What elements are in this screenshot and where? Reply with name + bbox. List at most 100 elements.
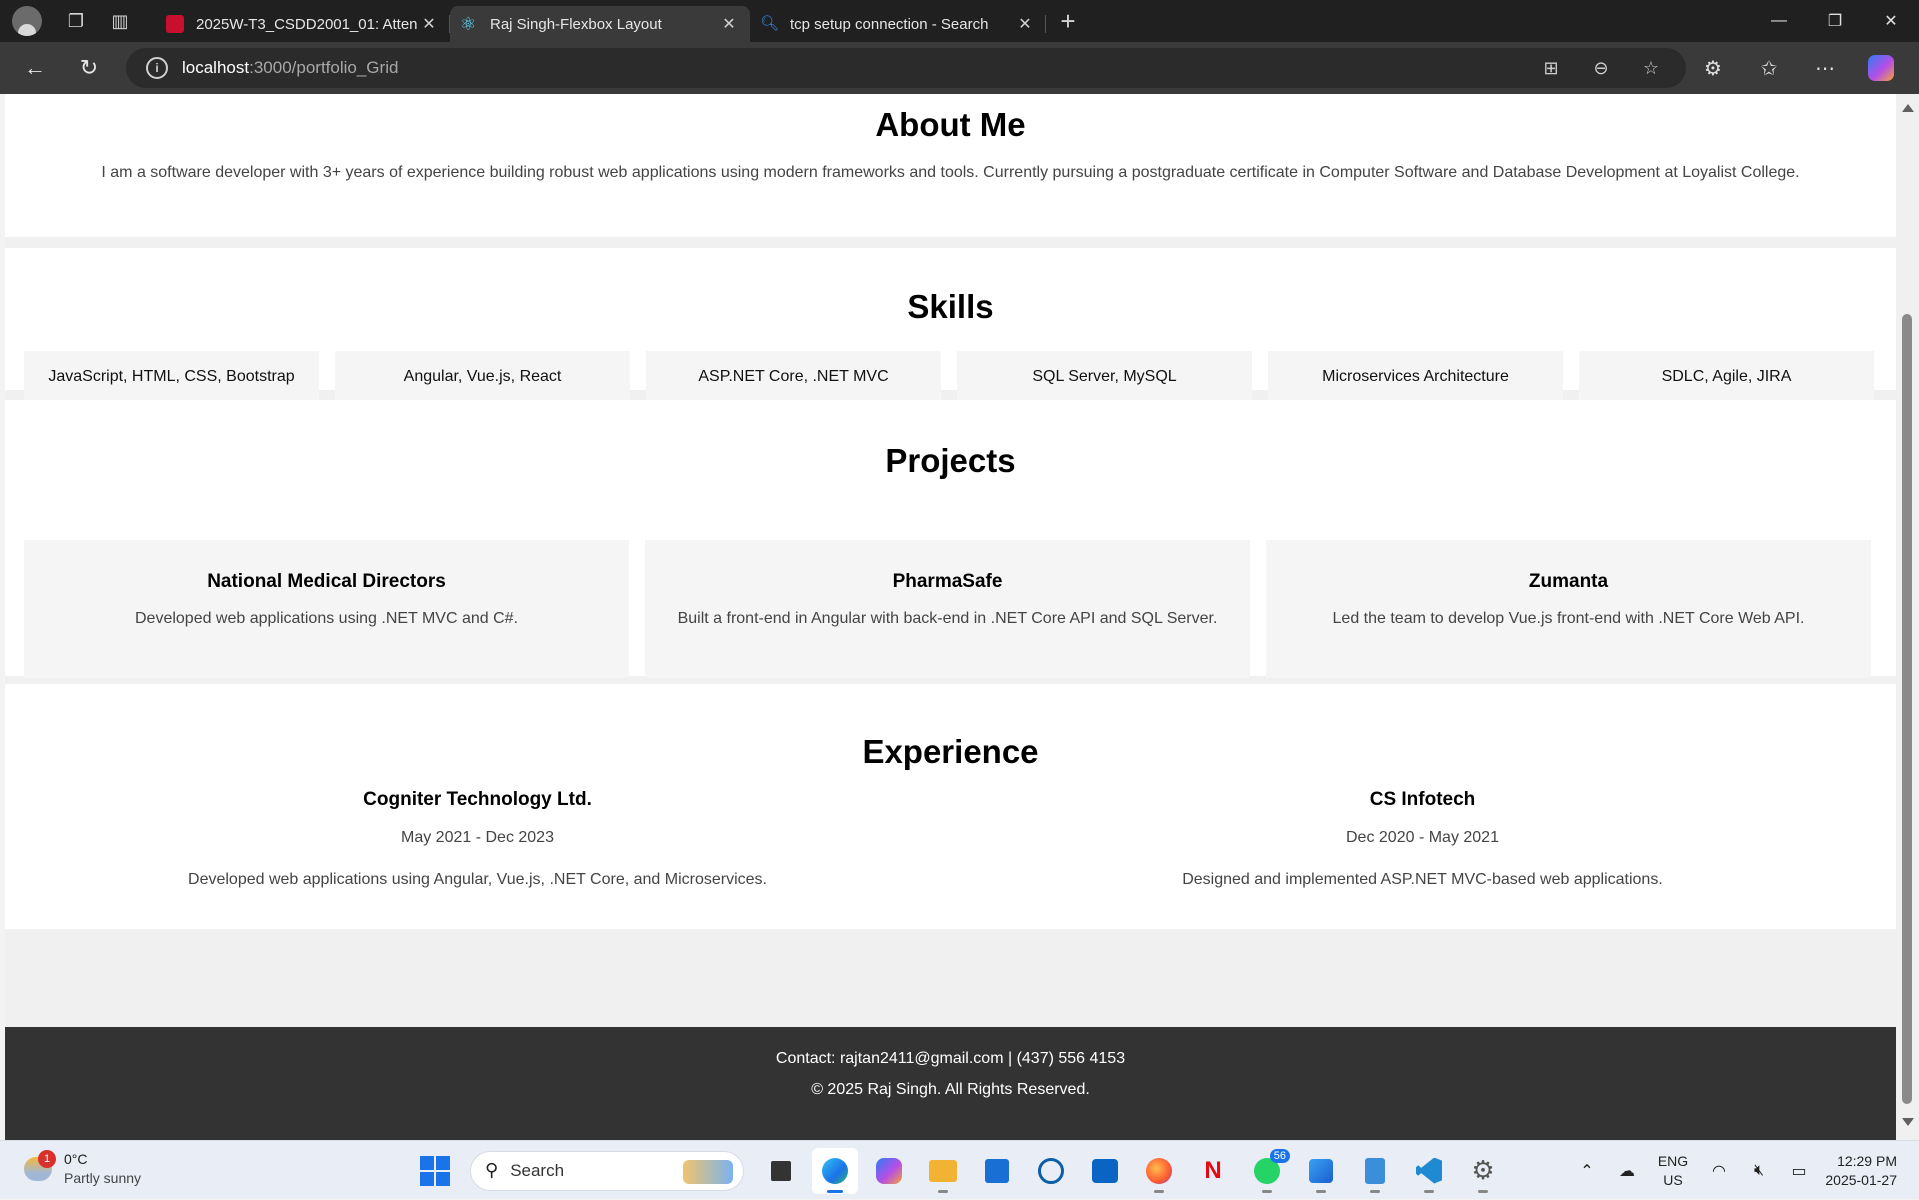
chevron-up-icon[interactable]: ⌃ bbox=[1567, 1161, 1607, 1181]
partly-sunny-icon: 1 bbox=[24, 1150, 56, 1181]
volume-muted-icon[interactable]: 🔇︎ bbox=[1739, 1162, 1779, 1180]
projects-title: Projects bbox=[885, 442, 1016, 479]
vscode-icon[interactable] bbox=[1406, 1148, 1452, 1194]
settings-gear-icon[interactable]: ⚙ bbox=[1460, 1148, 1506, 1194]
favorites-icon[interactable]: ✩ bbox=[1741, 56, 1797, 81]
taskbar-search-label: Search bbox=[510, 1160, 565, 1180]
tab-flexbox-layout[interactable]: ⚛ Raj Singh-Flexbox Layout ✕ bbox=[450, 6, 750, 42]
skill-card: JavaScript, HTML, CSS, Bootstrap bbox=[24, 351, 319, 403]
window-controls: — ❐ ✕ bbox=[1751, 0, 1919, 42]
project-description: Led the team to develop Vue.js front-end… bbox=[1332, 610, 1805, 627]
refresh-button[interactable]: ↻ bbox=[62, 42, 116, 94]
edge-browser-icon[interactable] bbox=[812, 1147, 858, 1194]
about-section: About Me I am a software developer with … bbox=[5, 94, 1896, 237]
close-window-icon[interactable]: ✕ bbox=[1863, 0, 1919, 42]
document-favicon-icon bbox=[166, 15, 184, 33]
experience-title: Experience bbox=[862, 733, 1039, 770]
project-name: PharmaSafe bbox=[892, 571, 1003, 592]
footer-copyright: © 2025 Raj Singh. All Rights Reserved. bbox=[811, 1081, 1090, 1098]
tab-search[interactable]: 🔍︎ tcp setup connection - Search ✕ bbox=[750, 6, 1046, 42]
page-scrollbar[interactable] bbox=[1896, 94, 1919, 1140]
whatsapp-icon[interactable]: 56 bbox=[1244, 1148, 1290, 1194]
os-taskbar: 1 0°C Partly sunny ⚲ Search N 56 ⚙ ⌃ ☁ E… bbox=[0, 1140, 1919, 1199]
weather-temp: 0°C bbox=[64, 1151, 88, 1167]
browser-tab-bar: ❐ ▥ 2025W-T3_CSDD2001_01: Attend ✕ ⚛ Raj… bbox=[0, 0, 1919, 42]
wifi-icon[interactable]: ◠ bbox=[1699, 1161, 1739, 1181]
project-description: Developed web applications using .NET MV… bbox=[134, 610, 519, 627]
tab-attendance[interactable]: 2025W-T3_CSDD2001_01: Attend ✕ bbox=[156, 6, 450, 42]
experience-dates: May 2021 - Dec 2023 bbox=[401, 829, 554, 846]
copilot-icon[interactable] bbox=[1868, 55, 1894, 81]
profile-button[interactable] bbox=[0, 0, 54, 42]
language-indicator[interactable]: ENG US bbox=[1647, 1152, 1699, 1190]
taskbar-apps: ⚲ Search N 56 ⚙ bbox=[400, 1141, 1510, 1200]
about-title: About Me bbox=[875, 106, 1026, 143]
zoom-out-icon[interactable]: ⊖ bbox=[1576, 58, 1626, 79]
scroll-down-icon[interactable] bbox=[1902, 1118, 1914, 1126]
project-card: National Medical Directors Developed web… bbox=[24, 540, 629, 678]
projects-grid: National Medical Directors Developed web… bbox=[24, 540, 1871, 678]
experience-section: Experience Cogniter Technology Ltd. May … bbox=[5, 684, 1896, 929]
experience-grid: Cogniter Technology Ltd. May 2021 - Dec … bbox=[5, 789, 1896, 889]
dell-icon[interactable] bbox=[1028, 1148, 1074, 1194]
firefox-icon[interactable] bbox=[1136, 1148, 1182, 1194]
experience-company: Cogniter Technology Ltd. bbox=[363, 789, 592, 810]
weather-widget[interactable]: 1 0°C Partly sunny bbox=[24, 1150, 141, 1188]
new-tab-button[interactable]: + bbox=[1046, 0, 1090, 42]
experience-item: CS Infotech Dec 2020 - May 2021 Designed… bbox=[950, 789, 1895, 889]
project-name: Zumanta bbox=[1528, 571, 1609, 592]
url-host: localhost bbox=[182, 58, 250, 77]
outlook-icon[interactable] bbox=[1082, 1148, 1128, 1194]
search-highlight-icon bbox=[683, 1159, 733, 1184]
close-tab-icon[interactable]: ✕ bbox=[418, 14, 440, 34]
onedrive-offline-icon[interactable]: ☁ bbox=[1607, 1161, 1647, 1181]
task-view-icon[interactable] bbox=[758, 1148, 804, 1194]
vertical-tabs-icon[interactable]: ▥ bbox=[98, 0, 142, 42]
experience-company: CS Infotech bbox=[1369, 789, 1476, 810]
search-icon: ⚲ bbox=[485, 1160, 499, 1180]
system-tray: ⌃ ☁ ENG US ◠ 🔇︎ ▭ 12:29 PM 2025-01-27 bbox=[1567, 1141, 1919, 1200]
taskbar-search[interactable]: ⚲ Search bbox=[470, 1150, 744, 1191]
system-clock[interactable]: 12:29 PM 2025-01-27 bbox=[1819, 1152, 1919, 1190]
project-card: Zumanta Led the team to develop Vue.js f… bbox=[1266, 540, 1871, 678]
tab-title: Raj Singh-Flexbox Layout bbox=[490, 15, 662, 33]
extensions-icon[interactable]: ⚙ bbox=[1685, 56, 1741, 81]
react-favicon-icon: ⚛ bbox=[460, 14, 477, 34]
microsoft-store-icon[interactable] bbox=[974, 1148, 1020, 1194]
site-info-icon[interactable]: i bbox=[146, 57, 168, 79]
netflix-icon[interactable]: N bbox=[1190, 1148, 1236, 1194]
experience-dates: Dec 2020 - May 2021 bbox=[1346, 829, 1499, 846]
weather-condition: Partly sunny bbox=[64, 1170, 142, 1186]
lang-region: US bbox=[1663, 1171, 1683, 1188]
about-text: I am a software developer with 3+ years … bbox=[101, 164, 1800, 181]
more-menu-icon[interactable]: ⋯ bbox=[1797, 56, 1853, 81]
skill-card: Microservices Architecture bbox=[1268, 351, 1563, 403]
close-tab-icon[interactable]: ✕ bbox=[1014, 14, 1036, 34]
address-bar[interactable]: i localhost:3000/portfolio_Grid ⊞ ⊖ ☆ bbox=[126, 48, 1686, 88]
photos-icon[interactable] bbox=[1298, 1148, 1344, 1194]
close-tab-icon[interactable]: ✕ bbox=[718, 14, 740, 34]
minimize-icon[interactable]: — bbox=[1751, 0, 1807, 42]
skill-card: SQL Server, MySQL bbox=[957, 351, 1252, 403]
browser-toolbar: ← ↻ i localhost:3000/portfolio_Grid ⊞ ⊖ … bbox=[0, 42, 1919, 94]
app-available-icon[interactable]: ⊞ bbox=[1526, 58, 1576, 79]
projects-section: Projects National Medical Directors Deve… bbox=[5, 400, 1896, 678]
scroll-up-icon[interactable] bbox=[1902, 104, 1914, 112]
restore-icon[interactable]: ❐ bbox=[1807, 0, 1863, 42]
windows-start-icon[interactable] bbox=[420, 1155, 450, 1186]
notepad-icon[interactable] bbox=[1352, 1148, 1398, 1194]
skill-card: SDLC, Agile, JIRA bbox=[1579, 351, 1874, 403]
file-explorer-icon[interactable] bbox=[920, 1148, 966, 1194]
skill-card: Angular, Vue.js, React bbox=[335, 351, 630, 403]
project-name: National Medical Directors bbox=[207, 571, 446, 592]
lang-code: ENG bbox=[1657, 1152, 1689, 1169]
back-button[interactable]: ← bbox=[8, 42, 62, 94]
skill-card: ASP.NET Core, .NET MVC bbox=[646, 351, 941, 403]
copilot-app-icon[interactable] bbox=[866, 1148, 912, 1194]
avatar-icon bbox=[12, 6, 42, 36]
battery-icon[interactable]: ▭ bbox=[1779, 1161, 1819, 1181]
workspaces-icon[interactable]: ❐ bbox=[54, 0, 98, 42]
skills-grid: JavaScript, HTML, CSS, Bootstrap Angular… bbox=[24, 351, 1874, 403]
scrollbar-thumb[interactable] bbox=[1902, 314, 1912, 1104]
favorite-star-icon[interactable]: ☆ bbox=[1626, 58, 1676, 79]
